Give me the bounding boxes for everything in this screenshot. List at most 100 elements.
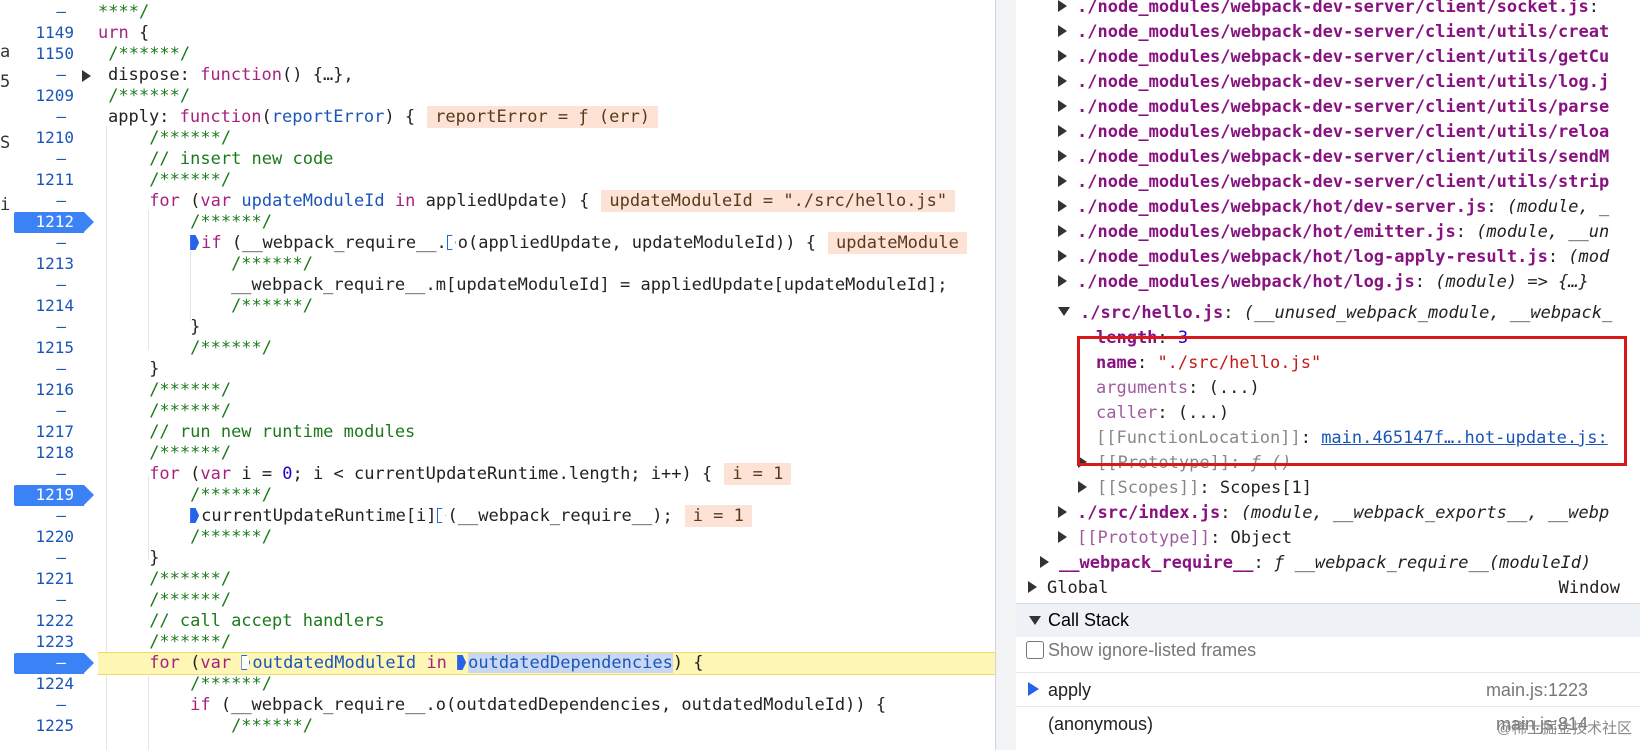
line-number[interactable]: 1221 <box>14 569 84 590</box>
scope-panel[interactable]: ./node_modules/webpack-dev-server/client… <box>1016 0 1640 750</box>
line-number[interactable]: 1222 <box>14 611 84 632</box>
expand-arrow-icon[interactable] <box>1058 200 1067 212</box>
line-number[interactable]: 1217 <box>14 422 84 443</box>
line-number-gutter[interactable]: –1149 1150–1209–1210–1211–1212–1213–1214–… <box>14 0 94 750</box>
expand-arrow-icon[interactable] <box>1028 581 1037 593</box>
code-line: // call accept handlers <box>149 611 385 631</box>
breakpoint-line-number[interactable]: – <box>14 653 94 674</box>
tree-item-module[interactable]: ./node_modules/webpack-dev-server/client… <box>1058 72 1609 97</box>
tree-item-hello-js[interactable]: ./src/hello.js: (__unused_webpack_module… <box>1058 303 1612 328</box>
expand-arrow-icon[interactable] <box>1058 506 1067 518</box>
code-line: /******/ <box>231 716 313 736</box>
line-number[interactable]: 1215 <box>14 338 84 359</box>
line-number[interactable]: 1216 <box>14 380 84 401</box>
expand-arrow-icon[interactable] <box>1058 0 1067 12</box>
breakpoint-marker-icon[interactable] <box>190 235 200 250</box>
collapse-arrow-icon[interactable] <box>1029 616 1041 625</box>
expand-arrow-icon[interactable] <box>1058 50 1067 62</box>
checkbox[interactable] <box>1026 641 1044 659</box>
line-number[interactable]: 1149 <box>14 23 84 44</box>
tree-item-module[interactable]: ./node_modules/webpack-dev-server/client… <box>1058 47 1609 72</box>
tree-item-module[interactable]: ./node_modules/webpack-dev-server/client… <box>1058 122 1609 147</box>
line-number[interactable]: – <box>14 233 84 254</box>
line-number[interactable]: 1223 <box>14 632 84 653</box>
current-execution-line[interactable]: for (var outdatedModuleId in outdatedDep… <box>98 652 995 675</box>
tree-item-module[interactable]: ./node_modules/webpack-dev-server/client… <box>1058 147 1609 172</box>
line-number[interactable]: 1213 <box>14 254 84 275</box>
source-editor[interactable]: a 5 S i –1149 1150–1209–1210–1211–1212–12… <box>0 0 995 750</box>
line-number[interactable]: – <box>14 359 84 380</box>
tree-item-prototype-object[interactable]: [[Prototype]]: Object <box>1058 528 1292 553</box>
line-number[interactable]: 1224 <box>14 674 84 695</box>
code-line: /******/ <box>149 128 232 148</box>
tree-item-module[interactable]: ./node_modules/webpack/hot/log-apply-res… <box>1058 247 1609 272</box>
tree-item-module[interactable]: ./node_modules/webpack/hot/dev-server.js… <box>1058 197 1609 222</box>
tree-item-index-js[interactable]: ./src/index.js: (module, __webpack_expor… <box>1058 503 1609 528</box>
show-ignore-listed-frames[interactable]: Show ignore-listed frames <box>1026 640 1256 661</box>
tree-item-module[interactable]: ./node_modules/webpack-dev-server/client… <box>1058 97 1609 122</box>
line-number[interactable]: – <box>14 191 84 212</box>
tree-item-webpack-require[interactable]: __webpack_require__: ƒ __webpack_require… <box>1040 553 1591 578</box>
line-number[interactable]: 1225 <box>14 716 84 737</box>
line-number[interactable]: 1214 <box>14 296 84 317</box>
tree-item-module[interactable]: ./node_modules/webpack-dev-server/client… <box>1058 22 1609 47</box>
breakpoint-line-number[interactable]: 1219 <box>14 485 94 506</box>
expand-arrow-icon[interactable] <box>1058 275 1067 287</box>
call-stack-header[interactable]: Call Stack <box>1016 603 1640 637</box>
line-number[interactable]: – <box>14 401 84 422</box>
line-number[interactable]: – <box>14 695 84 716</box>
breakpoint-line-number[interactable]: 1212 <box>14 212 94 233</box>
line-number[interactable]: – <box>14 548 84 569</box>
scope-global[interactable]: Global Window <box>1028 578 1620 603</box>
code-line: if (__webpack_require__. o(appliedUpdate,… <box>98 232 995 254</box>
prop-scopes[interactable]: [[Scopes]]: Scopes[1] <box>1078 478 1312 503</box>
expand-arrow-icon[interactable] <box>82 70 91 82</box>
expand-arrow-icon[interactable] <box>1058 175 1067 187</box>
panel-splitter[interactable] <box>995 0 1017 750</box>
collapse-arrow-icon[interactable] <box>1058 307 1070 316</box>
line-number[interactable]: – <box>14 275 84 296</box>
line-number[interactable]: 1150 <box>14 44 84 65</box>
line-number[interactable]: 1209 <box>14 86 84 107</box>
expand-arrow-icon[interactable] <box>1058 25 1067 37</box>
breakpoint-marker-icon[interactable] <box>436 508 446 523</box>
line-number[interactable]: – <box>14 149 84 170</box>
code-line: ****/ <box>98 2 150 22</box>
expand-arrow-icon[interactable] <box>1078 481 1087 493</box>
line-number[interactable]: 1210 <box>14 128 84 149</box>
expand-arrow-icon[interactable] <box>1058 150 1067 162</box>
code-line: // run new runtime modules <box>149 422 416 442</box>
line-number[interactable]: – <box>14 464 84 485</box>
breakpoint-marker-icon[interactable] <box>457 655 467 670</box>
breakpoint-marker-icon[interactable] <box>446 235 456 250</box>
line-number[interactable]: 1211 <box>14 170 84 191</box>
line-number[interactable]: 1220 <box>14 527 84 548</box>
expand-arrow-icon[interactable] <box>1058 75 1067 87</box>
expand-arrow-icon[interactable] <box>1058 531 1067 543</box>
line-number[interactable]: – <box>14 317 84 338</box>
expand-arrow-icon[interactable] <box>1058 225 1067 237</box>
line-number[interactable]: – <box>14 2 84 23</box>
breakpoint-marker-icon[interactable] <box>190 508 200 523</box>
line-number[interactable]: – <box>14 107 84 128</box>
line-number[interactable]: – <box>14 506 84 527</box>
expand-arrow-icon[interactable] <box>1040 556 1049 568</box>
expand-arrow-icon[interactable] <box>1058 125 1067 137</box>
code-line: /******/ <box>108 44 191 64</box>
code-line: /******/ <box>149 170 232 190</box>
line-number[interactable]: – <box>14 590 84 611</box>
code-line-dispose[interactable]: dispose: function() {…}, <box>82 65 995 86</box>
inline-value: i = 1 <box>684 505 752 527</box>
tree-item-module[interactable]: ./node_modules/webpack/hot/log.js: (modu… <box>1058 272 1589 297</box>
call-frame-apply[interactable]: apply main.js:1223 <box>1016 673 1640 706</box>
tree-item-module[interactable]: ./node_modules/webpack/hot/emitter.js: (… <box>1058 222 1609 247</box>
expand-arrow-icon[interactable] <box>1058 250 1067 262</box>
tree-item-module[interactable]: ./node_modules/webpack-dev-server/client… <box>1058 0 1599 22</box>
breakpoint-marker-icon[interactable] <box>241 655 251 670</box>
line-number[interactable]: 1218 <box>14 443 84 464</box>
code-line: /******/ <box>108 86 191 106</box>
code-area[interactable]: ****/ urn { /******/ dispose: function()… <box>82 0 995 750</box>
tree-item-module[interactable]: ./node_modules/webpack-dev-server/client… <box>1058 172 1609 197</box>
line-number[interactable]: – <box>14 65 84 86</box>
expand-arrow-icon[interactable] <box>1058 100 1067 112</box>
